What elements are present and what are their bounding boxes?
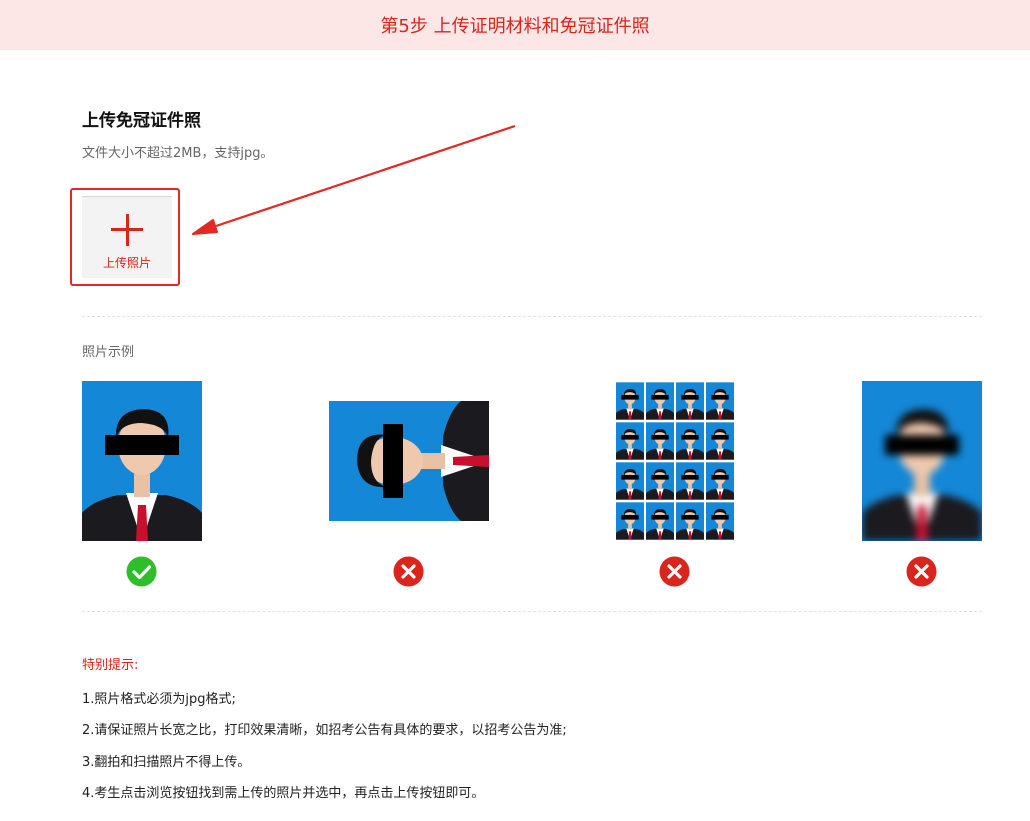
upload-photo-button[interactable]: 上传照片 (82, 196, 172, 278)
upload-section-title: 上传免冠证件照 (82, 111, 201, 131)
example-photo-correct (82, 381, 202, 541)
x-circle-icon (393, 556, 424, 587)
step-banner: 第5步 上传证明材料和免冠证件照 (0, 0, 1030, 50)
divider-top (82, 316, 982, 317)
step-title: 第5步 上传证明材料和免冠证件照 (380, 16, 650, 37)
divider-bottom (82, 611, 982, 612)
example-photo-rotated (329, 401, 489, 521)
tips-title: 特别提示: (82, 658, 139, 673)
example-photo-blurry (862, 381, 982, 541)
tip-item: 4.考生点击浏览按钮找到需上传的照片并选中，再点击上传按钮即可。 (82, 786, 485, 801)
tip-item: 3.翻拍和扫描照片不得上传。 (82, 755, 251, 770)
tip-item: 1.照片格式必须为jpg格式; (82, 692, 236, 707)
x-circle-icon (659, 556, 690, 587)
upload-photo-label: 上传照片 (102, 256, 151, 270)
x-circle-icon (906, 556, 937, 587)
tip-item: 2.请保证照片长宽之比，打印效果清晰，如招考公告有具体的要求，以招考公告为准; (82, 723, 567, 738)
check-circle-icon (126, 556, 157, 587)
example-photo-sheet (615, 381, 735, 541)
upload-section-subtitle: 文件大小不超过2MB，支持jpg。 (82, 146, 274, 161)
examples-title: 照片示例 (82, 345, 135, 360)
